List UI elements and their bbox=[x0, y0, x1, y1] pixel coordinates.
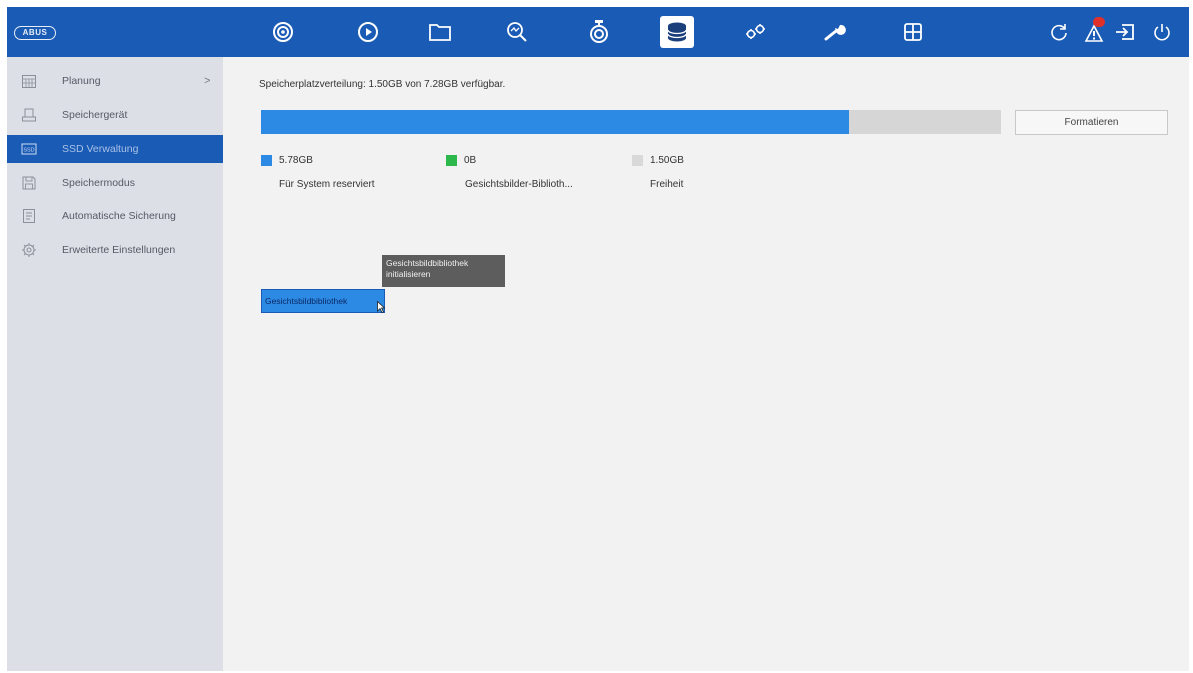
playback-icon[interactable] bbox=[352, 16, 384, 48]
legend-system-reserved: 5.78GB bbox=[261, 154, 313, 166]
legend-label: Gesichtsbilder-Biblioth... bbox=[465, 179, 573, 190]
svg-text:SSD: SSD bbox=[23, 148, 34, 154]
file-management-icon[interactable] bbox=[424, 16, 456, 48]
calendar-icon bbox=[22, 75, 36, 88]
live-view-icon[interactable] bbox=[267, 16, 299, 48]
tooltip: Gesichtsbildbibliothek initialisieren bbox=[382, 255, 505, 287]
mouse-cursor-icon bbox=[377, 301, 385, 313]
legend-value: 0B bbox=[464, 154, 477, 166]
sidebar-item-label: Speichermodus bbox=[62, 177, 135, 189]
sidebar-item-planung[interactable]: Planung > bbox=[7, 67, 223, 95]
sidebar-item-erweiterte-einstellungen[interactable]: Erweiterte Einstellungen bbox=[7, 236, 223, 264]
legend-label: Für System reserviert bbox=[279, 179, 375, 190]
storage-usage-bar-fill bbox=[261, 110, 849, 134]
legend-face-library: 0B bbox=[446, 154, 476, 166]
sidebar: Planung > Speichergerät SSD SSD Verwaltu… bbox=[7, 57, 223, 671]
chevron-right-icon: > bbox=[204, 75, 211, 87]
logout-icon[interactable] bbox=[1113, 20, 1137, 44]
legend-value: 5.78GB bbox=[279, 154, 313, 166]
legend-swatch bbox=[261, 154, 272, 166]
configuration-icon[interactable] bbox=[739, 16, 771, 48]
refresh-icon[interactable] bbox=[1047, 20, 1071, 44]
sidebar-item-label: Speichergerät bbox=[62, 109, 128, 121]
sidebar-item-automatische-sicherung[interactable]: Automatische Sicherung bbox=[7, 202, 223, 230]
legend-value: 1.50GB bbox=[650, 154, 684, 166]
sidebar-item-label: SSD Verwaltung bbox=[62, 143, 139, 155]
top-navigation-bar: ABUS bbox=[7, 7, 1189, 57]
sidebar-item-speichermodus[interactable]: Speichermodus bbox=[7, 169, 223, 197]
storage-mode-icon bbox=[22, 176, 36, 190]
sidebar-item-label: Automatische Sicherung bbox=[62, 210, 176, 222]
ptz-camera-icon[interactable] bbox=[583, 16, 615, 48]
face-library-init-button[interactable]: Gesichtsbildbibliothek bbox=[261, 289, 385, 313]
abus-logo: ABUS bbox=[14, 26, 56, 40]
layout-icon[interactable] bbox=[897, 16, 929, 48]
legend-free: 1.50GB bbox=[632, 154, 684, 166]
format-button[interactable]: Formatieren bbox=[1015, 110, 1168, 135]
ssd-icon: SSD bbox=[21, 143, 37, 155]
main-content: Speicherplatzverteilung: 1.50GB von 7.28… bbox=[223, 57, 1189, 671]
sidebar-item-label: Planung bbox=[62, 75, 101, 87]
sidebar-item-label: Erweiterte Einstellungen bbox=[62, 244, 176, 256]
sidebar-item-ssd-verwaltung[interactable]: SSD SSD Verwaltung bbox=[7, 135, 223, 163]
storage-allocation-text: Speicherplatzverteilung: 1.50GB von 7.28… bbox=[259, 79, 506, 90]
maintenance-icon[interactable] bbox=[819, 16, 851, 48]
search-icon[interactable] bbox=[501, 16, 533, 48]
power-icon[interactable] bbox=[1150, 20, 1174, 44]
storage-device-icon bbox=[22, 108, 36, 122]
alarm-count-badge bbox=[1093, 17, 1105, 27]
advanced-settings-icon bbox=[22, 243, 36, 257]
app-window: ABUS Planung > Speichergerät SSD SSD Ver… bbox=[7, 7, 1189, 671]
legend-swatch bbox=[446, 154, 457, 166]
legend-swatch bbox=[632, 154, 643, 166]
storage-usage-bar bbox=[261, 110, 1001, 134]
storage-icon[interactable] bbox=[660, 16, 694, 48]
legend-label: Freiheit bbox=[650, 179, 684, 190]
sidebar-item-speichergeraet[interactable]: Speichergerät bbox=[7, 101, 223, 129]
backup-icon bbox=[23, 209, 35, 223]
